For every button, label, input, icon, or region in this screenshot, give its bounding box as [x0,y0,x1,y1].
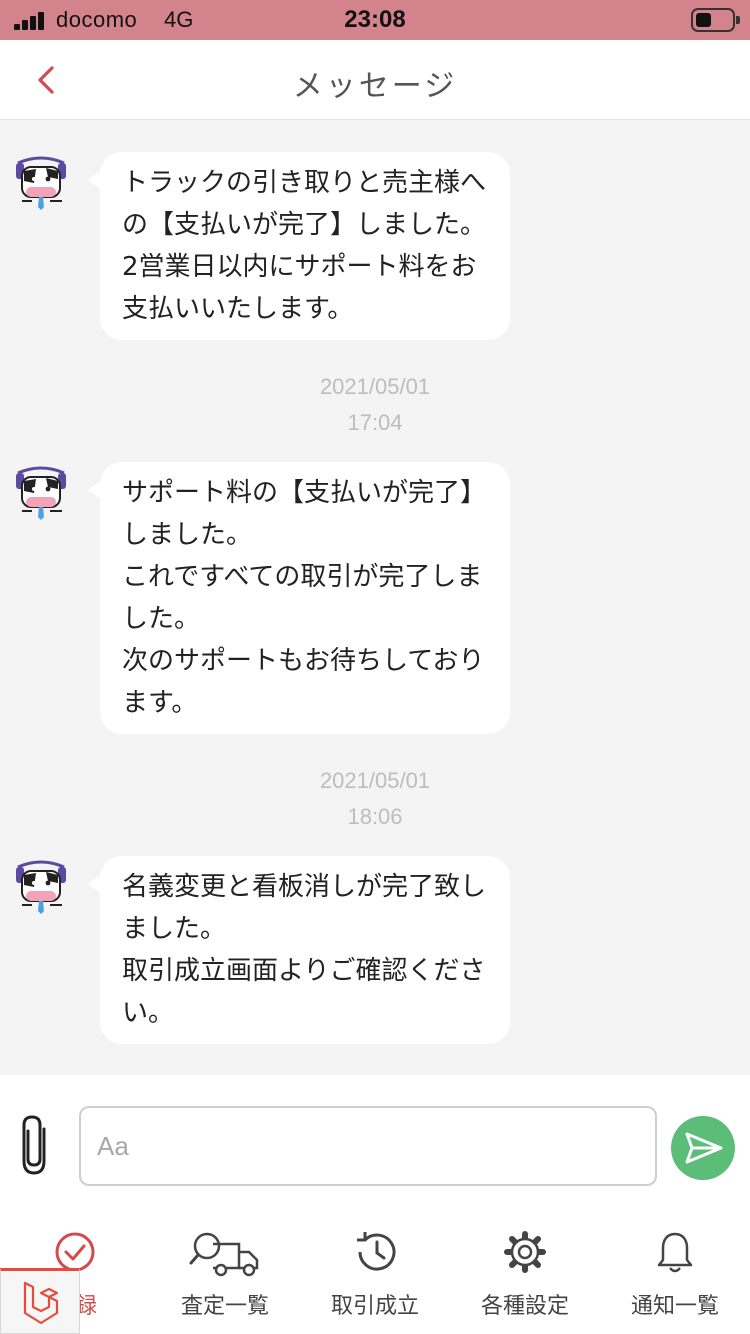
tab-completed-deals[interactable]: 取引成立 [300,1210,450,1334]
paperclip-icon [22,1115,46,1175]
tab-bar: 登録 査定一覧 取引成立 各種設定 [0,1210,750,1334]
tab-label: 査定一覧 [180,1294,269,1319]
clock: 23:08 [344,6,406,33]
sender-avatar [12,859,70,917]
send-icon [685,1132,723,1164]
message-date: 2021/05/01 [319,768,431,793]
message-bubble: 名義変更と看板消しが完了致し ました。 取引成立画面よりご確認くださ い。 [88,856,510,1044]
message-list[interactable]: トラックの引き取りと売主様へ の【支払いが完了】しました。 2営業日以内にサポー… [0,120,750,1075]
gear-icon [504,1231,546,1273]
message-date: 2021/05/01 [319,374,431,399]
message-time: 17:04 [347,410,403,435]
battery-icon [691,8,740,32]
message-input[interactable] [79,1106,657,1186]
tab-label: 各種設定 [480,1294,569,1319]
sender-avatar [12,465,70,523]
navigation-bar: メッセージ [0,40,750,120]
search-truck-icon [189,1232,259,1277]
tab-assessment-list[interactable]: 査定一覧 [150,1210,300,1334]
message-time: 18:06 [347,804,403,829]
message-bubble: サポート料の【支払いが完了】 しました。 これですべての取引が完了しま した。 … [88,462,510,734]
tab-label: 通知一覧 [630,1294,719,1319]
laravel-icon [23,1281,59,1325]
page-title: メッセージ [292,69,458,104]
sender-avatar [12,155,70,213]
tab-notifications[interactable]: 通知一覧 [600,1210,750,1334]
attach-button[interactable] [18,1113,54,1179]
message-bubble: トラックの引き取りと売主様へ の【支払いが完了】しました。 2営業日以内にサポー… [88,152,510,340]
tab-label: 取引成立 [330,1294,419,1319]
status-bar: docomo 4G 23:08 [0,0,750,40]
laravel-debug-badge[interactable] [0,1268,80,1334]
tab-settings[interactable]: 各種設定 [450,1210,600,1334]
send-button[interactable] [671,1116,735,1180]
history-icon [357,1232,396,1271]
message-composer [0,1075,750,1210]
bell-icon [657,1232,693,1273]
